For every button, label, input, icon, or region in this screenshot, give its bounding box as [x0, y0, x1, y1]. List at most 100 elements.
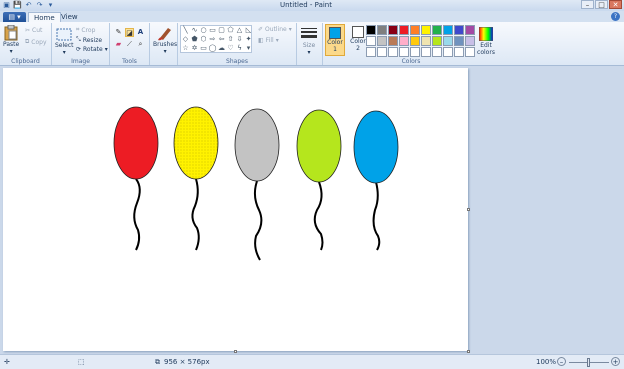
select-dropdown-icon[interactable]: ▾	[63, 49, 66, 56]
undo-icon[interactable]: ↶	[24, 1, 33, 10]
canvas-resize-handle-bottom[interactable]	[234, 350, 237, 353]
crop-button[interactable]: ⌗ Crop	[76, 26, 95, 34]
triangle-shape-icon[interactable]: △	[235, 26, 244, 35]
palette-swatch[interactable]	[366, 36, 376, 46]
copy-button[interactable]: ⧉ Copy	[25, 38, 47, 46]
magnifier-icon[interactable]: ⌕	[136, 40, 145, 49]
redo-icon[interactable]: ↷	[35, 1, 44, 10]
palette-swatch[interactable]	[399, 25, 409, 35]
save-icon[interactable]: 💾	[13, 1, 22, 10]
size-button[interactable]: Size ▾	[301, 26, 317, 56]
resize-button[interactable]: ⤡ Resize	[76, 36, 102, 44]
size-dropdown-icon[interactable]: ▾	[307, 49, 310, 56]
palette-swatch[interactable]	[443, 47, 453, 57]
palette-swatch[interactable]	[421, 47, 431, 57]
brushes-button[interactable]: Brushes ▾	[153, 25, 177, 55]
six-point-star-shape-icon[interactable]: ✡	[190, 44, 199, 53]
paste-dropdown-icon[interactable]: ▾	[10, 48, 13, 55]
palette-swatch[interactable]	[443, 25, 453, 35]
pentagon-shape-icon[interactable]: ⬟	[190, 35, 199, 44]
lightning-shape-icon[interactable]: ϟ	[235, 44, 244, 53]
palette-swatch[interactable]	[465, 25, 475, 35]
pencil-icon[interactable]: ✎	[114, 28, 123, 37]
palette-swatch[interactable]	[388, 36, 398, 46]
paste-button[interactable]: Paste ▾	[3, 25, 19, 55]
fill-bucket-icon[interactable]: ◪	[125, 28, 134, 37]
palette-swatch[interactable]	[388, 25, 398, 35]
rounded-callout-shape-icon[interactable]: ▭	[199, 44, 208, 53]
clipboard-group: Paste ▾ ✂ Cut ⧉ Copy Clipboard	[0, 23, 52, 65]
canvas-resize-handle-right[interactable]	[467, 208, 470, 211]
fill-button[interactable]: ◧ Fill ▾	[258, 37, 279, 44]
zoom-out-button[interactable]: –	[557, 357, 566, 366]
right-arrow-shape-icon[interactable]: ⇨	[208, 35, 217, 44]
up-arrow-shape-icon[interactable]: ⇧	[226, 35, 235, 44]
palette-swatch[interactable]	[377, 47, 387, 57]
rectangle-shape-icon[interactable]: ▭	[208, 26, 217, 35]
close-button[interactable]: ✕	[609, 0, 622, 9]
cloud-callout-shape-icon[interactable]: ☁	[217, 44, 226, 53]
canvas-resize-handle-corner[interactable]	[467, 350, 470, 353]
polygon-shape-icon[interactable]: ⬠	[226, 26, 235, 35]
palette-swatch[interactable]	[366, 25, 376, 35]
palette-swatch[interactable]	[377, 25, 387, 35]
palette-swatch[interactable]	[377, 36, 387, 46]
curve-shape-icon[interactable]: ∿	[190, 26, 199, 35]
palette-swatch[interactable]	[421, 25, 431, 35]
hexagon-shape-icon[interactable]: ⬡	[199, 35, 208, 44]
line-shape-icon[interactable]: ╲	[181, 26, 190, 35]
outline-button[interactable]: ✐ Outline ▾	[258, 26, 292, 33]
palette-swatch[interactable]	[366, 47, 376, 57]
palette-swatch[interactable]	[454, 36, 464, 46]
maximize-button[interactable]: □	[595, 0, 608, 9]
palette-swatch[interactable]	[421, 36, 431, 46]
palette-swatch[interactable]	[432, 25, 442, 35]
cut-button[interactable]: ✂ Cut	[25, 27, 42, 34]
diamond-shape-icon[interactable]: ◇	[181, 35, 190, 44]
color2-button[interactable]: Color 2	[348, 24, 368, 56]
help-icon[interactable]: ?	[611, 12, 620, 21]
brushes-dropdown-icon[interactable]: ▾	[164, 48, 167, 55]
five-point-star-shape-icon[interactable]: ☆	[181, 44, 190, 53]
palette-swatch[interactable]	[443, 36, 453, 46]
palette-swatch[interactable]	[388, 47, 398, 57]
window-title: Untitled - Paint	[280, 1, 332, 9]
palette-swatch[interactable]	[399, 47, 409, 57]
customize-toolbar-icon[interactable]: ▾	[46, 1, 55, 10]
rotate-button[interactable]: ⟳ Rotate ▾	[76, 46, 108, 53]
window-controls: – □ ✕	[581, 0, 622, 9]
eraser-icon[interactable]: ▰	[114, 40, 123, 49]
text-tool-icon[interactable]: A	[136, 28, 145, 37]
oval-callout-shape-icon[interactable]: ◯	[208, 44, 217, 53]
down-arrow-shape-icon[interactable]: ⇩	[235, 35, 244, 44]
palette-swatch[interactable]	[454, 25, 464, 35]
zoom-in-button[interactable]: +	[611, 357, 620, 366]
palette-swatch[interactable]	[454, 47, 464, 57]
rounded-rectangle-shape-icon[interactable]: ▢	[217, 26, 226, 35]
palette-swatch[interactable]	[410, 36, 420, 46]
edit-colors-button[interactable]: Edit colors	[475, 26, 497, 56]
palette-swatch[interactable]	[465, 36, 475, 46]
zoom-slider-thumb[interactable]	[587, 358, 590, 367]
palette-swatch[interactable]	[399, 36, 409, 46]
palette-swatch[interactable]	[410, 47, 420, 57]
color1-button[interactable]: Color 1	[325, 24, 345, 56]
paint-app-icon[interactable]: ▣	[2, 1, 11, 10]
tab-view[interactable]: View	[56, 12, 83, 22]
heart-shape-icon[interactable]: ♡	[226, 44, 235, 53]
select-button[interactable]: Select ▾	[55, 26, 74, 56]
oval-shape-icon[interactable]: ○	[199, 26, 208, 35]
palette-swatch[interactable]	[410, 25, 420, 35]
right-triangle-shape-icon[interactable]: ◺	[244, 26, 253, 35]
paint-menu-button[interactable]: ▤ ▾	[3, 12, 26, 22]
four-point-star-shape-icon[interactable]: ✦	[244, 35, 253, 44]
palette-swatch[interactable]	[465, 47, 475, 57]
palette-swatch[interactable]	[432, 47, 442, 57]
shapes-scroll-icon[interactable]: ▾	[244, 44, 253, 53]
left-arrow-shape-icon[interactable]: ⇦	[217, 35, 226, 44]
image-group-label: Image	[71, 58, 90, 65]
color-picker-icon[interactable]: ⟋	[125, 40, 134, 49]
drawing-canvas[interactable]	[3, 68, 468, 351]
minimize-button[interactable]: –	[581, 0, 594, 9]
palette-swatch[interactable]	[432, 36, 442, 46]
